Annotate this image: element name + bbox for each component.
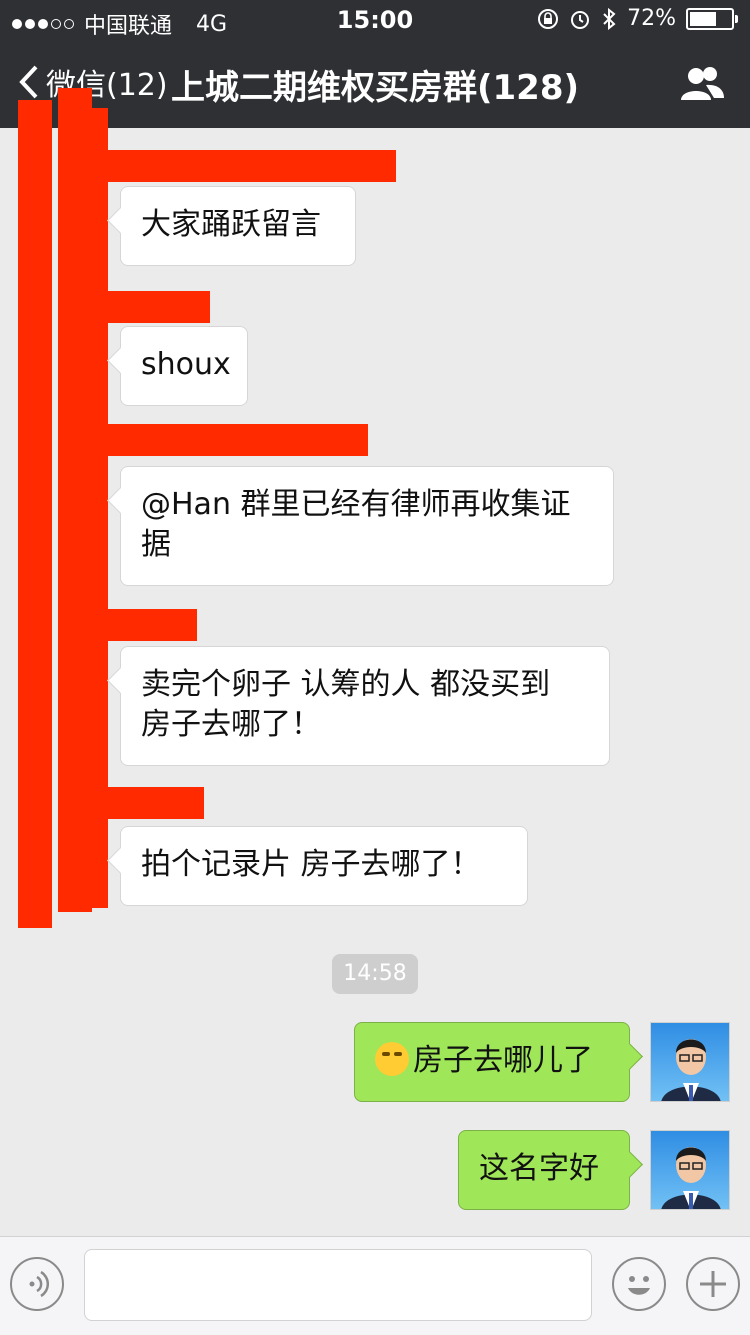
- emoji-button[interactable]: [612, 1257, 666, 1311]
- redaction-name-3: [108, 424, 368, 456]
- redaction-name-2: [108, 291, 210, 323]
- status-bar: 中国联通 4G 15:00 72%: [0, 0, 750, 40]
- message-bubble-incoming[interactable]: 拍个记录片 房子去哪了！: [120, 826, 528, 906]
- avatar[interactable]: [650, 1022, 730, 1102]
- redaction-name-1: [108, 150, 396, 182]
- group-members-icon[interactable]: [678, 64, 726, 104]
- message-text: 大家踊跃留言: [141, 207, 321, 242]
- message-bubble-incoming[interactable]: shoux: [120, 326, 248, 406]
- alarm-icon: [571, 10, 590, 29]
- message-text: 卖完个卵子 认筹的人 都没买到 房子去哪了！: [141, 667, 579, 742]
- message-bubble-incoming[interactable]: 大家踊跃留言: [120, 186, 356, 266]
- redaction-name-4: [108, 609, 197, 641]
- voice-button[interactable]: [10, 1257, 64, 1311]
- message-text: shoux: [141, 347, 231, 382]
- user-portrait-icon: [661, 1039, 721, 1101]
- battery-fill: [690, 11, 716, 26]
- plus-button[interactable]: [686, 1257, 740, 1311]
- message-text: 这名字好: [479, 1151, 599, 1186]
- message-text: @Han 群里已经有律师再收集证据: [141, 487, 571, 562]
- emoji-icon: [628, 1276, 650, 1295]
- input-bar: [0, 1236, 750, 1335]
- laugh-cry-emoji-icon: [375, 1042, 409, 1076]
- message-bubble-incoming[interactable]: 卖完个卵子 认筹的人 都没买到 房子去哪了！: [120, 646, 610, 766]
- chat-title: 上城二期维权买房群(128): [170, 68, 580, 108]
- message-bubble-outgoing[interactable]: 房子去哪儿了: [354, 1022, 630, 1102]
- battery-percent: 72%: [627, 6, 676, 31]
- redaction-avatar-column: [88, 108, 108, 908]
- redaction-left-block-2: [58, 88, 92, 912]
- user-portrait-icon: [661, 1147, 721, 1209]
- nav-bar: 微信(12) 上城二期维权买房群(128): [0, 40, 750, 128]
- status-right: 72%: [537, 6, 738, 31]
- message-input[interactable]: [84, 1249, 592, 1321]
- bluetooth-icon: [603, 7, 616, 30]
- avatar[interactable]: [650, 1130, 730, 1210]
- top-bar: 中国联通 4G 15:00 72% 微信(12) 上城二期维权买房群(128): [0, 0, 750, 128]
- message-bubble-incoming[interactable]: @Han 群里已经有律师再收集证据: [120, 466, 614, 586]
- message-text: 房子去哪儿了: [413, 1043, 593, 1078]
- chat-timestamp: 14:58: [332, 954, 418, 994]
- redaction-name-5: [108, 787, 204, 819]
- battery-icon: [686, 7, 738, 30]
- message-bubble-outgoing[interactable]: 这名字好: [458, 1130, 630, 1210]
- voice-icon: [29, 1270, 50, 1298]
- rotation-lock-icon: [538, 8, 559, 29]
- message-text: 拍个记录片 房子去哪了！: [141, 847, 481, 882]
- plus-icon: [700, 1271, 726, 1297]
- redaction-left-block: [18, 100, 52, 928]
